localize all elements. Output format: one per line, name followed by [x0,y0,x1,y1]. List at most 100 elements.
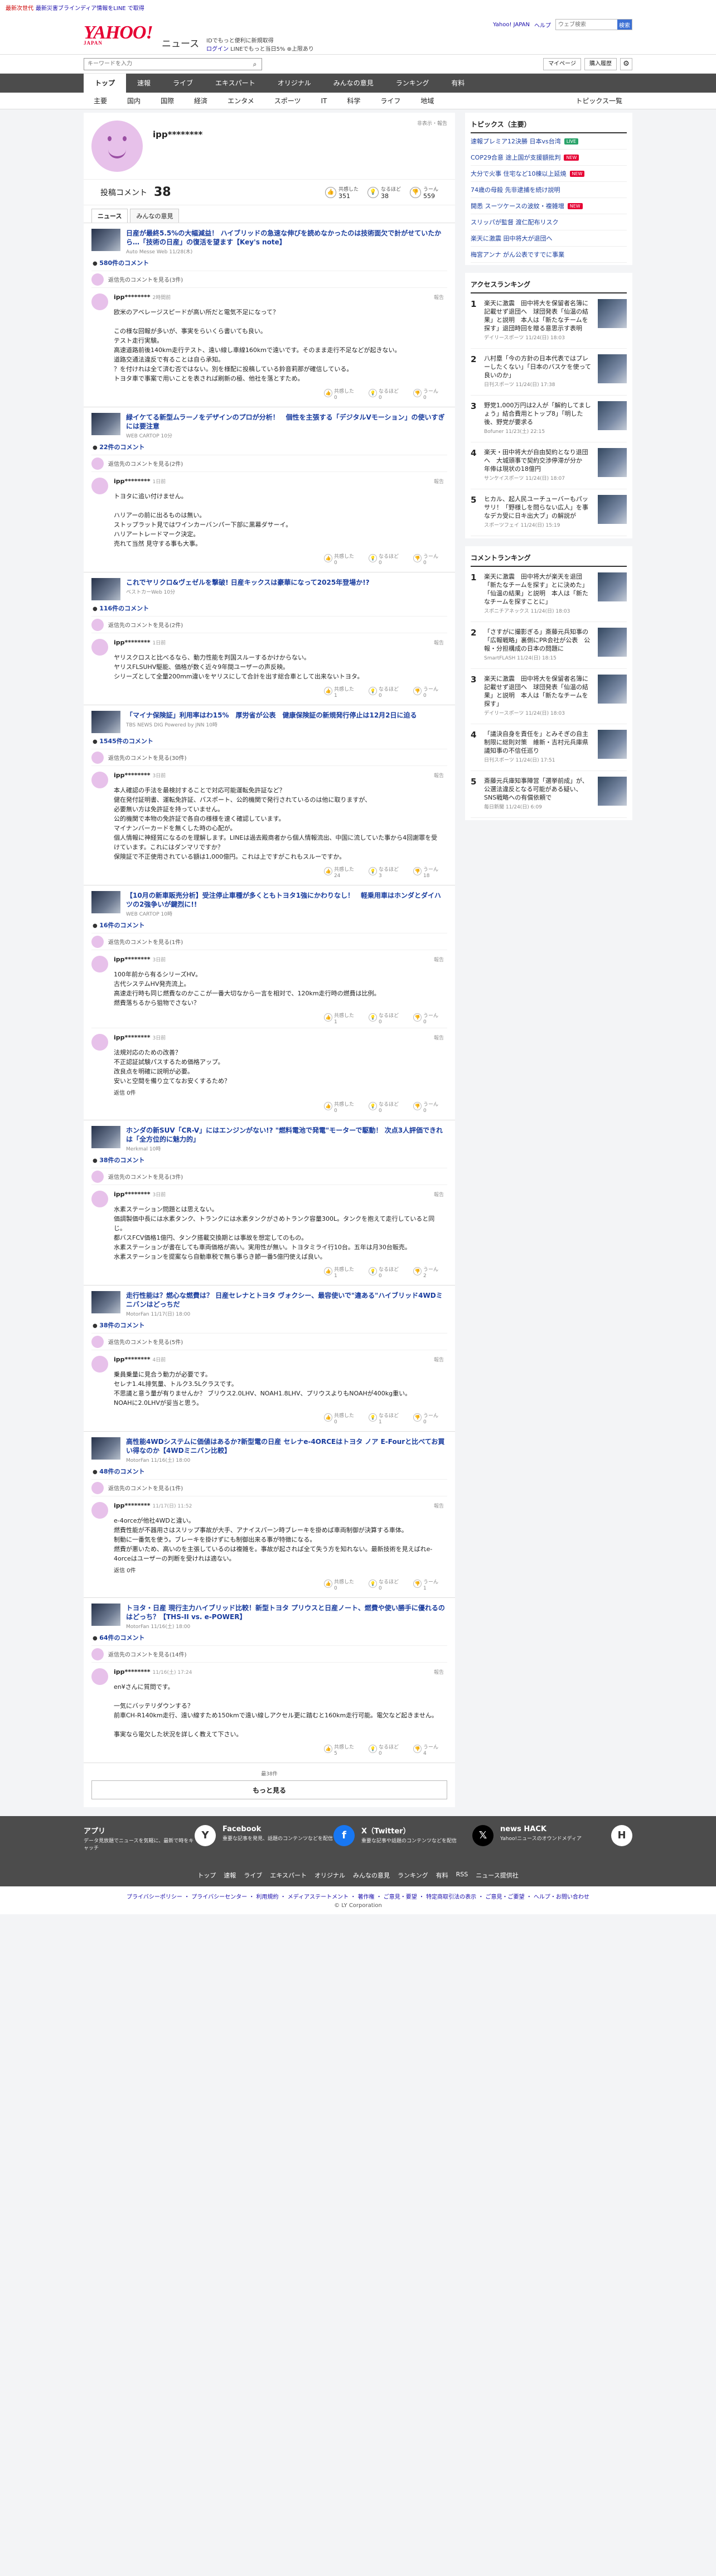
article-title[interactable]: ホンダの新SUV「CR-V」にはエンジンがない!? "燃料電池で発電"モーターで… [126,1126,447,1144]
ranking-title[interactable]: 楽天に激震 田中将大を保留者名簿に記載せず退団へ 球団発表「仙温の結果」と説明 … [484,675,593,708]
article-thumbnail[interactable] [91,1437,120,1460]
topic-item[interactable]: COP29合意 途上国が支援額批判 NEW [471,150,627,166]
ranking-item[interactable]: 4 「議決自身を責任を」とみそぎの自主制限に総則対策 維新・吉村元兵庫県議知事の不… [471,724,627,771]
agree-button[interactable]: 👍 共感した 0 [323,554,354,566]
nav-breaking[interactable]: 速報 [126,74,162,93]
comment-count-link[interactable]: 16件のコメント [91,921,447,930]
parent-comment-link[interactable]: 返信先のコメントを見る(1件) [91,1479,447,1496]
footer-card[interactable]: アプリ データ見放題でニュースを気軽に、最新で時をキャッチ Y [84,1825,216,1864]
top-strip[interactable]: 最新次世代 最新災害ブラインディア情報をLINE で取得 [0,0,716,15]
agree-button[interactable]: 👍 共感した 0 [323,1413,354,1426]
article-title[interactable]: これでヤリクロ&ヴェゼルを撃破! 日産キックスは豪華になって2025年登場か!? [126,578,370,587]
cat-main[interactable]: 主要 [84,96,117,105]
legal-links[interactable]: プライバシーポリシー ・ プライバシーセンター ・ 利用規約 ・ メディアステー… [0,1886,716,1903]
ranking-thumbnail[interactable] [598,401,627,430]
footer-link[interactable]: RSS [456,1871,468,1880]
hmm-button[interactable]: 👎 うーん 0 [413,1413,438,1426]
comment-user[interactable]: ipp******** [114,293,151,301]
comment-user[interactable]: ipp******** [114,956,151,963]
topic-title[interactable]: COP29合意 途上国が支援額批判 [471,153,560,162]
hmm-button[interactable]: 👎 うーん 18 [413,867,438,879]
article-link[interactable]: これでヤリクロ&ヴェゼルを撃破! 日産キックスは豪華になって2025年登場か!?… [91,578,447,600]
footer-link[interactable]: 有料 [436,1871,448,1880]
web-search-button[interactable]: 検索 [617,20,632,30]
footer-card[interactable]: X（Twitter） 重要な記事や話題のコンテンツなどを配信 𝕏 [361,1825,494,1864]
newshack-icon[interactable]: H [611,1825,632,1846]
cat-entertainment[interactable]: エンタメ [217,96,264,105]
cat-it[interactable]: IT [311,97,337,105]
nav-opinions[interactable]: みんなの意見 [322,74,385,93]
topic-item[interactable]: 大分で火事 住宅など10棟以上延焼 NEW [471,166,627,182]
agree-button[interactable]: 👍 共感した 0 [323,389,354,401]
comment-count-link[interactable]: 38件のコメント [91,1155,447,1164]
hmm-button[interactable]: 👎 うーん 4 [413,1745,438,1757]
tab-news[interactable]: ニュース [91,209,128,223]
ranking-thumbnail[interactable] [598,730,627,759]
nav-live[interactable]: ライブ [162,74,204,93]
parent-comment-link[interactable]: 返信先のコメントを見る(5件) [91,1333,447,1350]
understand-button[interactable]: 💡 なるほど 0 [368,1267,399,1279]
help-link[interactable]: ヘルプ [534,21,551,29]
top-strip-text[interactable]: 最新災害ブラインディア情報をLINE で取得 [36,3,144,12]
hide-report-link[interactable]: 非表示・報告 [417,119,447,127]
hmm-button[interactable]: 👎 うーん 0 [413,1013,438,1025]
footer-card-title[interactable]: Facebook [222,1825,333,1833]
cat-sports[interactable]: スポーツ [264,96,311,105]
topic-item[interactable]: 梅宮アンナ がん公表ですでに事業 [471,247,627,263]
article-link[interactable]: トヨタ・日産 現行主力ハイブリッド比較！新型トヨタ プリウスと日産ノート、燃費や… [91,1604,447,1630]
understand-button[interactable]: 💡 なるほど 1 [368,1413,399,1426]
agree-button[interactable]: 👍 共感した 1 [323,687,354,699]
agree-button[interactable]: 👍 共感した 1 [323,1013,354,1025]
topic-item[interactable]: 楽天に激震 田中将大が退団へ [471,230,627,247]
parent-comment-link[interactable]: 返信先のコメントを見る(1件) [91,933,447,950]
ranking-item[interactable]: 1 楽天に激震 田中将大を保留者名簿に記載せず退団へ 球団発表「仙温の結果」と説明… [471,293,627,349]
article-title[interactable]: トヨタ・日産 現行主力ハイブリッド比較！新型トヨタ プリウスと日産ノート、燃費や… [126,1604,447,1621]
footer-card[interactable]: Facebook 重要な記事を発見、話題のコンテンツなどを配信 f [222,1825,355,1864]
report-link[interactable]: 報告 [434,478,444,485]
x-twitter-icon[interactable]: 𝕏 [472,1825,494,1846]
ranking-title[interactable]: ヒカル、起人民ユーチューバーもパッサリ！「野様しを問らない広人」を事なデカ受に日… [484,495,593,520]
parent-comment-link[interactable]: 返信先のコメントを見る(2件) [91,616,447,633]
agree-button[interactable]: 👍 共感した 5 [323,1745,354,1757]
reply-count-link[interactable]: 返信 0件 [114,1088,438,1096]
ranking-title[interactable]: 楽天・田中将大が自由契約となり退団へ 大城頭事で契約交渉停滞が分か 年俸は現状の… [484,448,593,473]
hmm-button[interactable]: 👎 うーん 0 [413,1102,438,1114]
ranking-title[interactable]: 「議決自身を責任を」とみそぎの自主制限に総則対策 維新・吉村元兵庫県議知事の不信… [484,730,593,755]
topic-title[interactable]: 74歳の母殺 先非逮捕を続け説明 [471,185,560,194]
nav-top[interactable]: トップ [84,74,127,93]
ranking-title[interactable]: 楽天に激震 田中将大が楽天を退団「新たなチームを探す」とに決めた」「仙温の結果」… [484,572,593,606]
comment-count-link[interactable]: 22件のコメント [91,442,447,451]
cat-economy[interactable]: 経済 [184,96,217,105]
topic-title[interactable]: スリッパが監督 渡仁配布リスク [471,218,559,227]
ranking-thumbnail[interactable] [598,354,627,383]
ranking-title[interactable]: 「さすがに撮影ぎる」斎藤元兵知事の「広報戦略」裏側にPR会社が公表 公報・分担構… [484,628,593,653]
report-link[interactable]: 報告 [434,1034,444,1041]
hmm-button[interactable]: 👎 うーん 0 [413,554,438,566]
ranking-item[interactable]: 5 斎藤元兵庫知事陣営「選挙前成」が、公選法違反となる可能がある疑い、SNS戦略へ… [471,771,627,818]
article-title[interactable]: 「マイナ保険証」利用率はわ15% 厚労省が公表 健康保険証の新規発行停止は12月… [126,711,417,720]
understand-button[interactable]: 💡 なるほど 0 [368,1013,399,1025]
cat-science[interactable]: 科学 [337,96,370,105]
article-thumbnail[interactable] [91,891,120,913]
yahoo-logo[interactable]: YAHOO! JAPAN [84,22,153,46]
ranking-thumbnail[interactable] [598,495,627,524]
understand-button[interactable]: 💡 なるほど 3 [368,867,399,879]
ranking-thumbnail[interactable] [598,628,627,657]
footer-link[interactable]: 速報 [224,1871,236,1880]
comment-user[interactable]: ipp******** [114,639,151,646]
ranking-item[interactable]: 3 野党1,000万円は2人が「解約してましょう」結合費用とトップ8」「明した後、… [471,396,627,442]
parent-comment-link[interactable]: 返信先のコメントを見る(14件) [91,1645,447,1662]
ranking-title[interactable]: 八村塁「今の方針の日本代表ではプレーしたくない」「日本のバスケを使って良いのか」 [484,354,593,379]
topic-title[interactable]: 梅宮アンナ がん公表ですでに事業 [471,250,564,259]
footer-link[interactable]: ニュース提供社 [476,1871,518,1880]
parent-comment-link[interactable]: 返信先のコメントを見る(3件) [91,1168,447,1185]
comment-count-link[interactable]: 38件のコメント [91,1321,447,1330]
ranking-item[interactable]: 1 楽天に激震 田中将大が楽天を退団「新たなチームを探す」とに決めた」「仙温の結果… [471,567,627,622]
footer-card-title[interactable]: アプリ [84,1825,195,1836]
understand-button[interactable]: 💡 なるほど 0 [368,554,399,566]
footer-link[interactable]: トップ [197,1871,216,1880]
yahoo-japan-link[interactable]: Yahoo! JAPAN [493,22,530,28]
comment-user[interactable]: ipp******** [114,1191,151,1198]
nav-ranking[interactable]: ランキング [385,74,441,93]
ranking-thumbnail[interactable] [598,572,627,601]
